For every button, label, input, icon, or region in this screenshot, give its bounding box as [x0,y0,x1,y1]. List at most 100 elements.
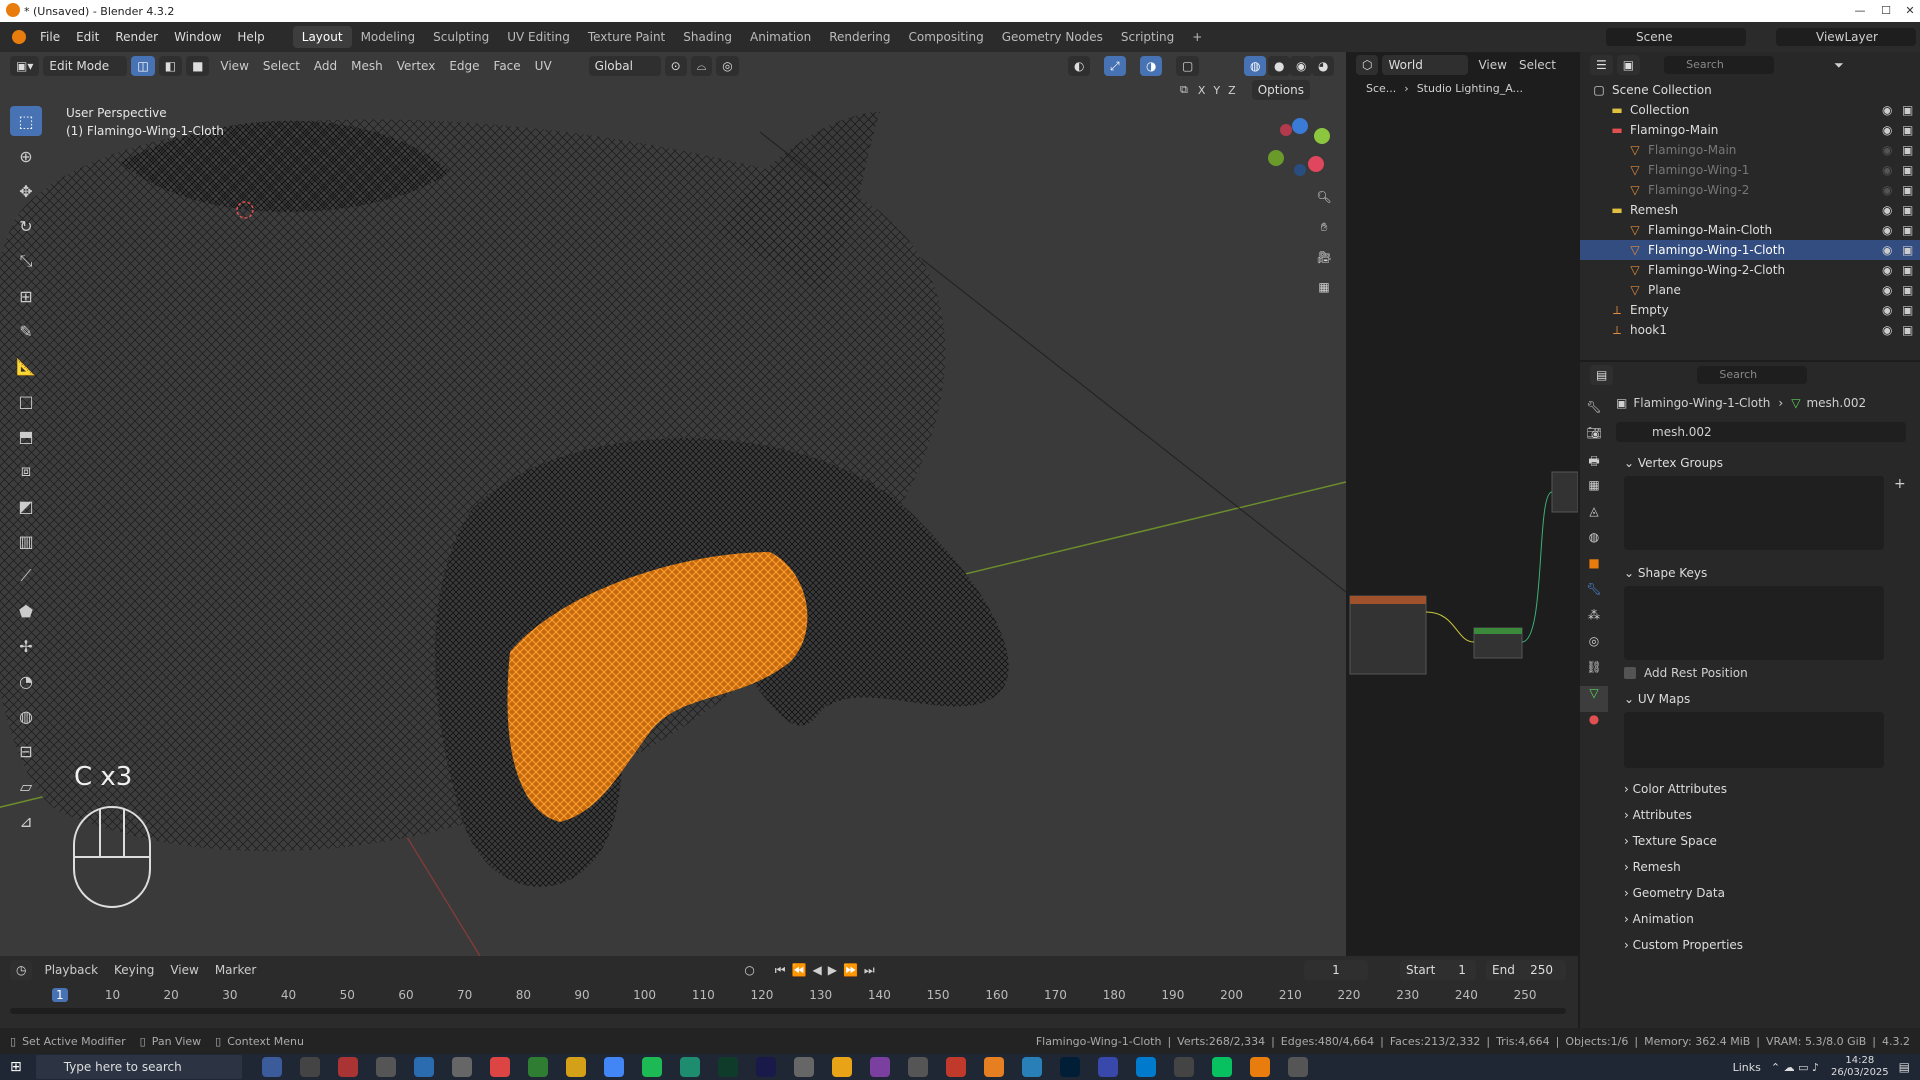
add-cube-icon[interactable]: □ [10,386,42,416]
app-icon-13[interactable] [831,1057,852,1077]
app-icon-11[interactable] [755,1057,776,1077]
outliner-row[interactable]: ▬ Flamingo-Main ◉ ▣ [1580,120,1920,140]
visibility-eye-icon[interactable]: ◉ [1882,323,1892,337]
app-icon-6[interactable] [489,1057,510,1077]
blender-menu-icon[interactable] [12,30,26,44]
gizmo-icon[interactable]: ⤢ [1104,56,1126,76]
face-select-icon[interactable]: ■ [186,56,210,76]
outliner-row[interactable]: ▽ Flamingo-Wing-2 ◉ ▣ [1580,180,1920,200]
add-rest-position-checkbox[interactable] [1624,667,1636,679]
outliner-row[interactable]: ⟂ Empty ◉ ▣ [1580,300,1920,320]
editor-type-button[interactable]: ▣▾ [10,56,40,76]
spotify-icon[interactable] [641,1057,662,1077]
menu-file[interactable]: File [32,30,68,44]
render-camera-icon[interactable]: ▣ [1902,223,1913,237]
timeline-menu-keying[interactable]: Keying [106,963,162,977]
shading-material-icon[interactable]: ◉ [1290,56,1313,76]
spin-icon[interactable]: ✢ [10,631,42,661]
poly-build-icon[interactable]: ⬟ [10,596,42,626]
tab-uv-editing[interactable]: UV Editing [498,26,579,48]
timeline-menu-playback[interactable]: Playback [36,963,106,977]
visibility-eye-icon[interactable]: ◉ [1882,263,1892,277]
app-icon-1[interactable] [299,1057,320,1077]
timeline-scrollbar[interactable] [10,1008,1566,1014]
xray-icon[interactable]: ▢ [1176,56,1200,76]
visibility-eye-icon[interactable]: ◉ [1882,243,1892,257]
mesh-datablock-field[interactable]: mesh.002 [1616,422,1906,442]
app-icon-5[interactable] [451,1057,472,1077]
app-icon-9[interactable] [679,1057,700,1077]
shrink-icon[interactable]: ⊟ [10,736,42,766]
app-icon-16[interactable] [945,1057,966,1077]
chrome-icon[interactable] [603,1057,624,1077]
add-rest-position-row[interactable]: Add Rest Position [1580,660,1920,686]
visibility-eye-icon[interactable]: ◉ [1882,203,1892,217]
render-camera-icon[interactable]: ▣ [1902,163,1913,177]
tab-animation[interactable]: Animation [741,26,820,48]
tab-sculpting[interactable]: Sculpting [424,26,498,48]
pan-icon[interactable]: ✋︎ [1312,220,1336,250]
outliner-row[interactable]: ▢ Scene Collection [1580,80,1920,100]
vp-menu-vertex[interactable]: Vertex [390,59,443,73]
vertex-group-add-icon[interactable]: + [1894,476,1906,492]
outliner-row[interactable]: ▬ Remesh ◉ ▣ [1580,200,1920,220]
app-icon-14[interactable] [869,1057,890,1077]
uv-maps-section[interactable]: ⌄ UV Maps [1580,686,1920,712]
photoshop-icon[interactable] [1059,1057,1080,1077]
tab-rendering[interactable]: Rendering [820,26,899,48]
cursor-icon[interactable]: ⊕ [10,141,42,171]
vp-menu-mesh[interactable]: Mesh [344,59,390,73]
loop-cut-icon[interactable]: ▥ [10,526,42,556]
render-camera-icon[interactable]: ▣ [1902,263,1913,277]
bevel-icon[interactable]: ◩ [10,491,42,521]
tab-compositing[interactable]: Compositing [899,26,992,48]
blender-task-icon[interactable] [1249,1057,1270,1077]
outliner-type-icon[interactable]: ☰ [1590,55,1613,75]
axis-y[interactable]: Y [1209,84,1224,97]
outliner-row[interactable]: ▽ Flamingo-Main ◉ ▣ [1580,140,1920,160]
timeline[interactable]: ◷ Playback Keying View Marker ○ ⏮⏪◀▶⏩⏭ 1… [0,956,1578,1028]
snap-icon[interactable]: ⌓ [690,56,713,76]
tab-modeling[interactable]: Modeling [352,26,425,48]
animation-section[interactable]: › Animation [1580,906,1920,932]
app-icon-18[interactable] [1021,1057,1042,1077]
transform-icon[interactable]: ⊞ [10,281,42,311]
select-box-icon[interactable]: ⬚ [10,106,42,136]
menu-help[interactable]: Help [229,30,272,44]
visibility-eye-icon[interactable]: ◉ [1882,143,1892,157]
vp-menu-face[interactable]: Face [487,59,528,73]
app-icon-21[interactable] [1287,1057,1308,1077]
tool-tab-icon[interactable]: 🔧︎ [1580,400,1608,426]
shading-wireframe-icon[interactable]: ◍ [1244,56,1267,76]
vp-menu-add[interactable]: Add [307,59,344,73]
tab-geometry-nodes[interactable]: Geometry Nodes [993,26,1112,48]
render-tab-icon[interactable]: 📷︎ [1580,426,1608,452]
inset-icon[interactable]: ⧈ [10,456,42,486]
geometry-data-section[interactable]: › Geometry Data [1580,880,1920,906]
timeline-menu-marker[interactable]: Marker [207,963,264,977]
add-workspace-icon[interactable]: + [1183,26,1211,48]
outliner-row[interactable]: ▽ Flamingo-Wing-1 ◉ ▣ [1580,160,1920,180]
minimize-icon[interactable]: — [1846,0,1874,22]
camera-icon[interactable]: 🎥︎ [1312,250,1336,280]
outliner-search[interactable]: Search [1664,56,1775,74]
visibility-eye-icon[interactable]: ◉ [1882,183,1892,197]
shear-icon[interactable]: ▱ [10,771,42,801]
remesh-section[interactable]: › Remesh [1580,854,1920,880]
task-view-icon[interactable] [261,1057,282,1077]
edge-slide-icon[interactable]: ◍ [10,701,42,731]
uv-maps-list[interactable] [1624,712,1884,768]
wechat-icon[interactable] [1211,1057,1232,1077]
tab-layout[interactable]: Layout [292,26,352,48]
app-icon-4[interactable] [413,1057,434,1077]
scene-selector[interactable]: Scene [1606,28,1746,46]
menu-render[interactable]: Render [107,30,166,44]
pivot-icon[interactable]: ⊙ [664,56,687,76]
playback-controls[interactable]: ⏮⏪◀▶⏩⏭ [775,963,881,978]
visibility-eye-icon[interactable]: ◉ [1882,123,1892,137]
vscode-icon[interactable] [1135,1057,1156,1077]
display-mode-icon[interactable]: ▣ [1616,55,1641,75]
vp-menu-select[interactable]: Select [256,59,307,73]
axis-z[interactable]: Z [1224,84,1240,97]
app-icon-2[interactable] [337,1057,358,1077]
